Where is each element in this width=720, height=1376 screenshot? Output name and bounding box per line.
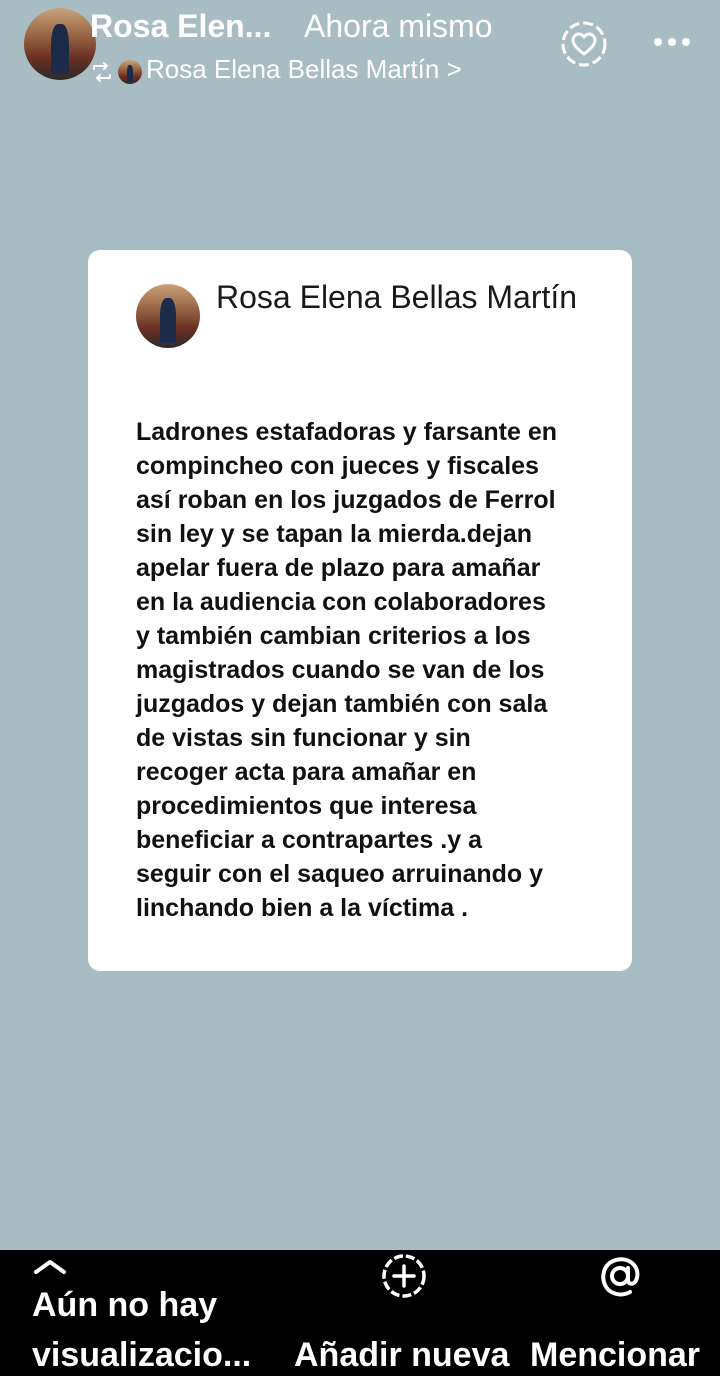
heart-icon[interactable] (558, 18, 610, 70)
reshare-icon (93, 62, 111, 82)
shared-from-link[interactable]: Rosa Elena Bellas Martín > (146, 54, 462, 85)
shared-post-card[interactable]: Rosa Elena Bellas Martín Ladrones estafa… (88, 250, 632, 971)
add-circle-icon[interactable] (380, 1252, 428, 1300)
author-avatar[interactable] (24, 8, 96, 80)
card-post-text: Ladrones estafadoras y farsante en compi… (136, 418, 557, 922)
avatar-figure (127, 65, 133, 83)
card-author-avatar (136, 284, 200, 348)
story-viewer[interactable]: Rosa Elen... Ahora mismo Rosa Elena Bell… (0, 0, 720, 1250)
views-button[interactable]: Aún no hay visualizacio... (32, 1280, 282, 1376)
card-author-name: Rosa Elena Bellas Martín (216, 279, 578, 315)
avatar-figure (51, 23, 69, 75)
shared-from-avatar (118, 60, 142, 84)
author-name[interactable]: Rosa Elen... (90, 8, 271, 45)
avatar-figure (160, 298, 176, 343)
add-new-button[interactable]: Añadir nueva (294, 1330, 509, 1376)
post-time: Ahora mismo (304, 8, 493, 44)
more-icon[interactable] (650, 30, 694, 54)
chevron-up-icon[interactable] (32, 1256, 68, 1276)
mention-button[interactable]: Mencionar (530, 1330, 700, 1376)
bottom-bar: Aún no hay visualizacio... Añadir nueva … (0, 1250, 720, 1376)
mention-icon[interactable] (596, 1252, 644, 1300)
